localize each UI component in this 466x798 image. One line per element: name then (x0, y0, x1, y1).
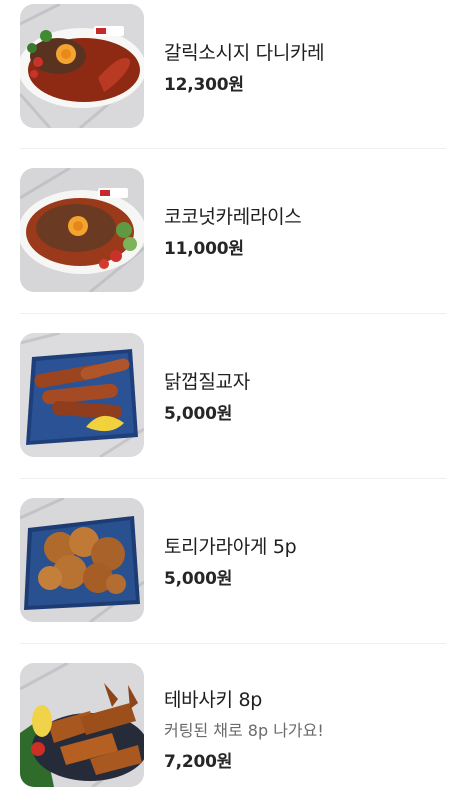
menu-item-name: 갈릭소시지 다니카레 (164, 42, 325, 64)
menu-item-tori-karaage[interactable]: 토리가라아게 5p 5,000원 (20, 498, 446, 622)
curry-plate-image (20, 4, 144, 128)
menu-item-description: 커팅된 채로 8p 나가요! (164, 721, 324, 740)
menu-item-image (20, 333, 144, 457)
divider (20, 148, 446, 149)
menu-item-info: 테바사키 8p 커팅된 채로 8p 나가요! 7,200원 (164, 663, 446, 787)
menu-item-image (20, 663, 144, 787)
menu-item-info: 토리가라아게 5p 5,000원 (164, 498, 446, 622)
menu-item-tebasaki[interactable]: 테바사키 8p 커팅된 채로 8p 나가요! 7,200원 (20, 663, 446, 787)
menu-item-price: 7,200원 (164, 752, 233, 772)
divider (20, 643, 446, 644)
menu-item-price: 12,300원 (164, 75, 244, 95)
menu-item-image (20, 4, 144, 128)
menu-item-name: 테바사키 8p (164, 689, 263, 711)
menu-item-name: 토리가라아게 5p (164, 536, 297, 558)
menu-item-image (20, 168, 144, 292)
menu-item-price: 5,000원 (164, 569, 233, 589)
karaage-plate-image (20, 498, 144, 622)
menu-item-garlic-sausage-curry[interactable]: 갈릭소시지 다니카레 12,300원 (20, 4, 446, 128)
menu-item-info: 닭껍질교자 5,000원 (164, 333, 446, 457)
menu-item-price: 11,000원 (164, 239, 244, 259)
menu-item-name: 닭껍질교자 (164, 371, 250, 393)
divider (20, 478, 446, 479)
menu-item-info: 갈릭소시지 다니카레 12,300원 (164, 4, 446, 128)
menu-item-image (20, 498, 144, 622)
tebasaki-plate-image (20, 663, 144, 787)
menu-item-price: 5,000원 (164, 404, 233, 424)
gyoza-plate-image (20, 333, 144, 457)
divider (20, 313, 446, 314)
menu-item-info: 코코넛카레라이스 11,000원 (164, 168, 446, 292)
curry-rice-plate-image (20, 168, 144, 292)
menu-item-chicken-skin-gyoza[interactable]: 닭껍질교자 5,000원 (20, 333, 446, 457)
menu-item-name: 코코넛카레라이스 (164, 206, 302, 228)
menu-item-coconut-curry-rice[interactable]: 코코넛카레라이스 11,000원 (20, 168, 446, 292)
